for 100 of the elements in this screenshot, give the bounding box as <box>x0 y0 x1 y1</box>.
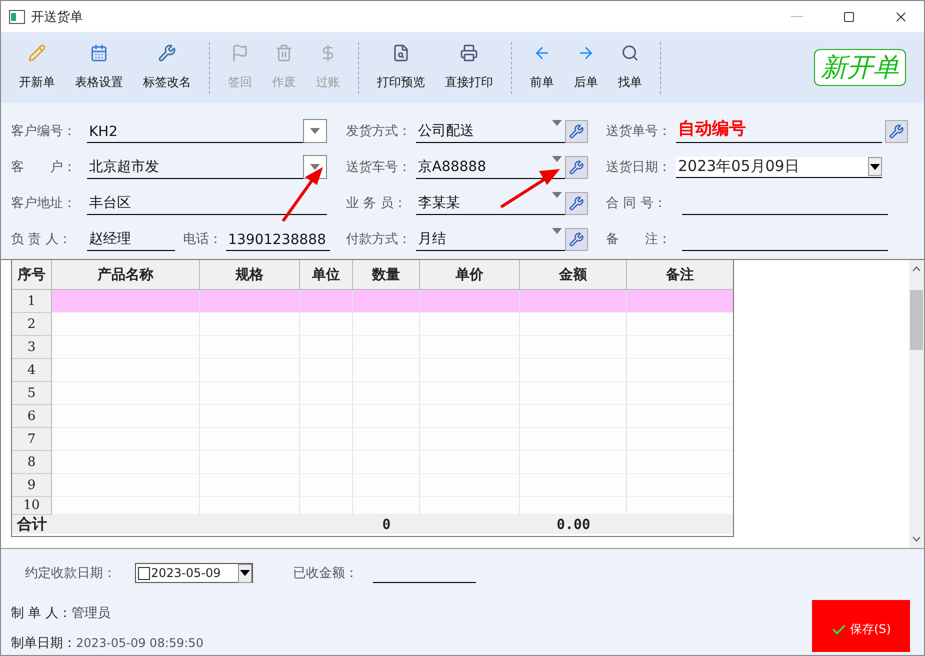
toolbar-button[interactable]: 找单 <box>608 34 652 101</box>
table-cell[interactable] <box>520 313 627 336</box>
table-cell[interactable] <box>520 451 627 474</box>
table-cell[interactable] <box>420 313 520 336</box>
table-cell[interactable] <box>52 359 200 382</box>
input-field[interactable]: 丰台区 <box>87 191 327 216</box>
row-number: 8 <box>12 451 52 474</box>
table-cell[interactable] <box>52 497 200 516</box>
input-field[interactable]: 北京超市发 <box>87 155 303 180</box>
input-field[interactable]: 赵经理 <box>87 227 175 252</box>
settings-button[interactable] <box>565 192 588 215</box>
table-cell[interactable] <box>52 290 200 314</box>
table-cell[interactable] <box>52 382 200 406</box>
dropdown-button[interactable] <box>238 564 252 582</box>
column-header[interactable]: 数量 <box>353 260 420 290</box>
column-header[interactable]: 备注 <box>627 260 733 290</box>
table-cell[interactable] <box>420 428 520 452</box>
table-cell[interactable] <box>420 359 520 382</box>
table-cell[interactable] <box>300 474 353 498</box>
table-cell[interactable] <box>300 382 353 406</box>
table-cell[interactable] <box>200 428 300 452</box>
field-label: 付款方式： <box>346 231 412 248</box>
total-quantity: 0 <box>353 515 420 534</box>
settings-button[interactable] <box>565 156 588 179</box>
table-cell[interactable] <box>200 405 300 428</box>
toolbar-button[interactable]: 后单 <box>564 34 608 101</box>
table-cell[interactable] <box>520 474 627 498</box>
table-cell[interactable] <box>520 405 627 428</box>
table-cell[interactable] <box>300 497 353 516</box>
scrollbar[interactable] <box>909 260 924 548</box>
column-header[interactable]: 金额 <box>520 260 627 290</box>
table-cell[interactable] <box>300 336 353 360</box>
input-field[interactable]: KH2 <box>87 119 303 144</box>
table-cell[interactable] <box>200 336 300 360</box>
settings-button[interactable] <box>565 228 588 251</box>
table-cell[interactable] <box>420 474 520 498</box>
table-cell[interactable] <box>300 428 353 452</box>
table-cell[interactable] <box>420 405 520 428</box>
table-cell[interactable] <box>353 428 420 452</box>
table-cell[interactable] <box>520 497 627 516</box>
date-picker[interactable]: 2023年05月09日 <box>676 156 882 178</box>
table-cell[interactable] <box>200 313 300 336</box>
toolbar-button[interactable]: 标签改名 <box>133 34 201 101</box>
table-cell[interactable] <box>52 428 200 452</box>
flag-icon <box>231 44 249 62</box>
checkbox[interactable] <box>138 566 150 580</box>
table-cell[interactable] <box>353 359 420 382</box>
table-cell[interactable] <box>420 382 520 406</box>
table-cell[interactable] <box>420 497 520 516</box>
table-cell[interactable] <box>353 290 420 314</box>
table-cell[interactable] <box>353 451 420 474</box>
date-picker[interactable]: 2023-05-09 <box>135 563 253 583</box>
table-cell[interactable] <box>627 290 733 314</box>
table-cell[interactable] <box>200 290 300 314</box>
column-header[interactable]: 产品名称 <box>52 260 200 290</box>
column-header[interactable]: 单价 <box>420 260 520 290</box>
column-header[interactable]: 规格 <box>200 260 300 290</box>
table-cell[interactable] <box>353 405 420 428</box>
table-cell[interactable] <box>200 474 300 498</box>
table-cell[interactable] <box>420 336 520 360</box>
scrollbar-thumb[interactable] <box>910 290 923 350</box>
table-cell[interactable] <box>52 474 200 498</box>
table-cell[interactable] <box>300 405 353 428</box>
column-header[interactable]: 序号 <box>12 260 52 290</box>
table-cell[interactable] <box>52 313 200 336</box>
table-cell[interactable] <box>353 336 420 360</box>
settings-button[interactable] <box>565 120 588 143</box>
table-cell[interactable] <box>200 451 300 474</box>
table-cell[interactable] <box>200 497 300 516</box>
table-cell[interactable] <box>300 451 353 474</box>
column-header[interactable]: 单位 <box>300 260 353 290</box>
toolbar-button[interactable]: 直接打印 <box>435 34 503 101</box>
table-cell[interactable] <box>300 359 353 382</box>
table-cell[interactable] <box>353 382 420 406</box>
dropdown-button[interactable] <box>868 157 882 176</box>
table-cell[interactable] <box>353 474 420 498</box>
table-cell[interactable] <box>52 451 200 474</box>
table-cell[interactable] <box>200 382 300 406</box>
input-field[interactable]: 自动编号 <box>676 119 882 144</box>
table-cell[interactable] <box>520 428 627 452</box>
table-cell[interactable] <box>520 359 627 382</box>
toolbar-button[interactable]: 前单 <box>520 34 564 101</box>
table-cell[interactable] <box>520 336 627 360</box>
settings-button[interactable] <box>885 120 908 143</box>
table-cell[interactable] <box>353 497 420 516</box>
table-cell[interactable] <box>520 290 627 314</box>
input-field[interactable]: 13901238888 <box>226 227 330 252</box>
toolbar-button[interactable]: 表格设置 <box>65 34 133 101</box>
table-cell[interactable] <box>420 451 520 474</box>
table-cell[interactable] <box>520 382 627 406</box>
table-cell[interactable] <box>300 290 353 314</box>
table-cell[interactable] <box>300 313 353 336</box>
toolbar-button[interactable]: 开新单 <box>9 34 65 101</box>
toolbar-button[interactable]: 打印预览 <box>367 34 435 101</box>
table-cell[interactable] <box>353 313 420 336</box>
table-cell[interactable] <box>420 290 520 314</box>
save-button[interactable]: 保存(S) <box>812 600 910 652</box>
table-cell[interactable] <box>52 336 200 360</box>
table-cell[interactable] <box>200 359 300 382</box>
table-cell[interactable] <box>52 405 200 428</box>
